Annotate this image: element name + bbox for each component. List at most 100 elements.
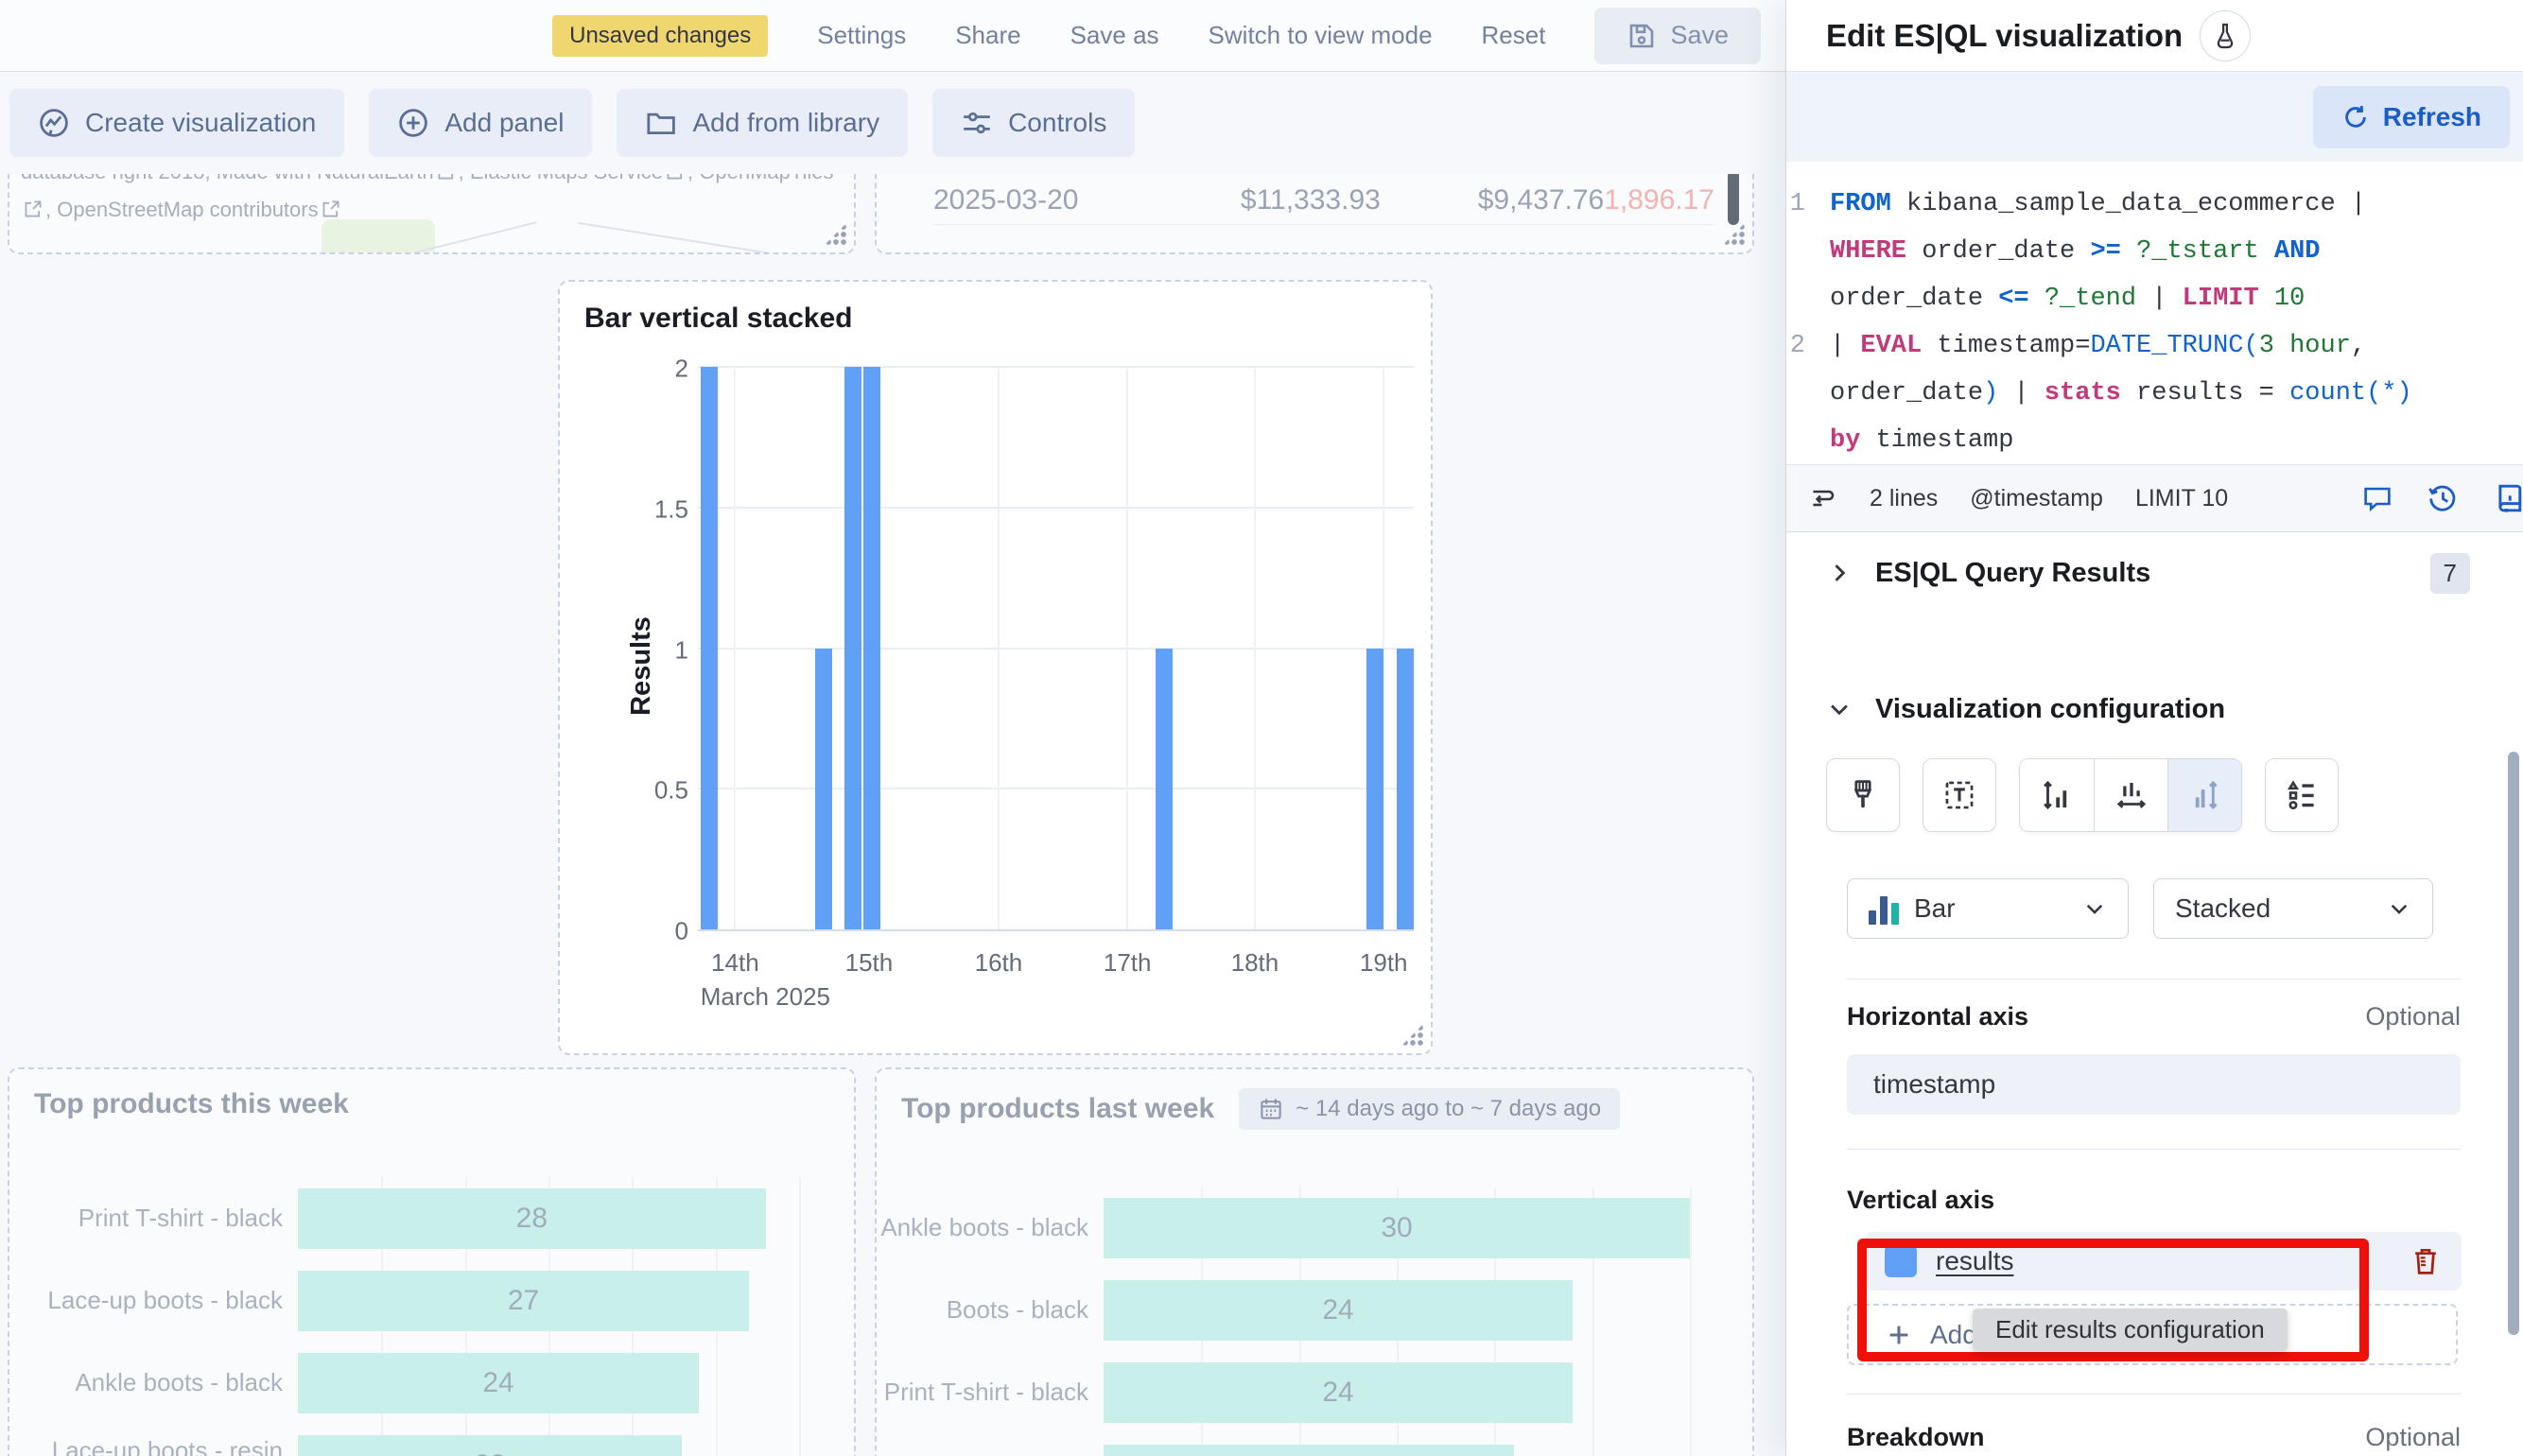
gridline xyxy=(1126,369,1128,929)
map-attribution-link[interactable]: Elastic Maps Service xyxy=(470,174,663,183)
query-results-count-badge: 7 xyxy=(2430,553,2470,594)
time-range-label: ~ 14 days ago to ~ 7 days ago xyxy=(1296,1096,1601,1122)
query-results-section[interactable]: ES|QL Query Results 7 xyxy=(1786,532,2523,614)
save-button[interactable]: Save xyxy=(1594,8,1761,64)
code-token: >= xyxy=(2090,237,2120,266)
controls-button[interactable]: Controls xyxy=(932,89,1135,157)
add-panel-button[interactable]: Add panel xyxy=(369,89,592,157)
style-brush-button[interactable] xyxy=(1826,758,1900,832)
stack-mode-value: Stacked xyxy=(2175,893,2271,924)
panel-title: Bar vertical stacked xyxy=(560,282,1431,335)
bottom-axis-button[interactable] xyxy=(2094,759,2167,831)
panel-time-range-badge[interactable]: ~ 14 days ago to ~ 7 days ago xyxy=(1239,1088,1620,1130)
editor-limit[interactable]: LIMIT 10 xyxy=(2135,485,2228,512)
map-attribution-link[interactable]: database right 2018, Made with NaturalEa… xyxy=(21,174,434,183)
top-products-this-week-panel: Top products this week Print T-shirt - b… xyxy=(8,1067,856,1456)
controls-label: Controls xyxy=(1008,108,1106,138)
horizontal-axis-label: Horizontal axis xyxy=(1847,1002,2028,1031)
code-token: by xyxy=(1830,426,1860,455)
edit-results-configuration-link[interactable]: results xyxy=(1936,1246,2013,1276)
panel-title: Top products last week xyxy=(901,1093,1214,1125)
stack-mode-dropdown[interactable]: Stacked xyxy=(2153,878,2433,939)
bar-2025-03-19 03:00 xyxy=(1397,649,1414,930)
code-line: order_date) | stats results = count(*) xyxy=(1786,370,2504,417)
line-number xyxy=(1786,370,1830,417)
feedback-icon[interactable] xyxy=(2362,483,2392,513)
line-number xyxy=(1786,228,1830,275)
y-axis-ticks: 00.511.52 xyxy=(617,369,688,931)
word-wrap-icon[interactable] xyxy=(1807,483,1837,513)
table-panel: 2025-03-20 $11,333.93 $9,437.76 1,896.17 xyxy=(875,174,1754,254)
save-icon xyxy=(1627,21,1657,51)
bar-row-lace-up-boots-resin-coffee: Lace-up boots - resin coffee23 xyxy=(9,1424,854,1456)
bar-vertical-stacked-panel[interactable]: Bar vertical stacked Results 00.511.52 1… xyxy=(558,280,1433,1055)
x-tick-label: 17th xyxy=(1104,948,1152,978)
gridline xyxy=(716,1342,718,1424)
viz-config-section[interactable]: Visualization configuration xyxy=(1786,614,2523,752)
flyout-scrollbar[interactable] xyxy=(2508,752,2519,1335)
bar-2025-03-14 21:00 xyxy=(844,367,861,929)
category-label: Boots - black xyxy=(877,1295,1104,1325)
gridline xyxy=(1254,369,1256,929)
bar xyxy=(1104,1445,1514,1456)
unsaved-changes-badge: Unsaved changes xyxy=(552,15,768,57)
create-visualization-button[interactable]: Create visualization xyxy=(9,89,344,157)
map-attribution-link[interactable]: OpenMapTiles xyxy=(699,174,833,183)
add-from-library-button[interactable]: Add from library xyxy=(617,89,908,157)
esql-code-editor[interactable]: 1FROM kibana_sample_data_ecommerce |WHER… xyxy=(1786,162,2523,464)
gridline xyxy=(799,1424,801,1456)
menu-item-save-as[interactable]: Save as xyxy=(1070,21,1159,50)
chevron-right-icon xyxy=(1826,560,1853,586)
code-token: 10 xyxy=(2274,285,2305,313)
code-token xyxy=(2029,285,2044,313)
y-tick-label: 1 xyxy=(675,635,688,665)
editor-time-field[interactable]: @timestamp xyxy=(1970,485,2103,512)
table-scrollbar[interactable] xyxy=(1728,174,1739,225)
bar-row-print-t-shirt-black: Print T-shirt - black24 xyxy=(877,1351,1752,1433)
kibana-dashboard-app: Unsaved changes Settings Share Save as Swit… xyxy=(0,0,2523,1456)
bar-row-ankle-boots-black: Ankle boots - black30 xyxy=(877,1187,1752,1269)
right-axis-button[interactable] xyxy=(2167,759,2241,831)
map-attribution-link[interactable]: OpenStreetMap contributors xyxy=(57,198,318,221)
gridline xyxy=(1592,1269,1594,1351)
left-axis-button[interactable] xyxy=(2020,759,2094,831)
gridline xyxy=(716,1424,718,1456)
code-token: EVAL xyxy=(1860,332,1922,360)
bar-track: 24 xyxy=(1104,1362,1690,1423)
legend-button[interactable] xyxy=(2265,758,2339,832)
tech-preview-badge[interactable] xyxy=(2200,10,2251,61)
x-tick-sublabel: March 2025 xyxy=(701,982,830,1012)
chart-type-dropdown[interactable]: Bar xyxy=(1847,878,2129,939)
menu-item-reset[interactable]: Reset xyxy=(1482,21,1546,50)
code-token: ?_tstart xyxy=(2136,237,2259,266)
trash-icon xyxy=(2409,1244,2443,1278)
external-link-icon xyxy=(665,174,686,182)
plus-circle-icon xyxy=(397,107,429,139)
remove-dimension-button[interactable] xyxy=(2409,1244,2443,1278)
vertical-axis-dimension-row[interactable]: results xyxy=(1866,1232,2462,1291)
text-labels-button[interactable] xyxy=(1923,758,1996,832)
category-label: Print T-shirt - black xyxy=(877,1378,1104,1407)
bar-track: 24 xyxy=(298,1353,799,1413)
documentation-icon[interactable] xyxy=(2493,481,2523,515)
menu-item-settings[interactable]: Settings xyxy=(817,21,906,50)
dashboard-canvas: database right 2018, Made with NaturalEa… xyxy=(0,174,1785,1456)
bar-track: 24 xyxy=(1104,1280,1690,1341)
code-token: | xyxy=(1998,379,2044,407)
panel-resize-handle[interactable] xyxy=(1401,1024,1423,1046)
refresh-button[interactable]: Refresh xyxy=(2313,86,2510,148)
menu-item-share[interactable]: Share xyxy=(955,21,1020,50)
query-history-icon[interactable] xyxy=(2427,482,2459,514)
horizontal-axis-field[interactable]: timestamp xyxy=(1847,1054,2461,1115)
panel-resize-handle[interactable] xyxy=(1723,223,1745,245)
edit-results-tooltip: Edit results configuration xyxy=(1973,1309,2288,1351)
viz-settings: Bar Stacked Horizontal axis Optional xyxy=(1786,839,2523,1452)
table-row[interactable]: 2025-03-20 $11,333.93 $9,437.76 1,896.17 xyxy=(933,174,1714,225)
menu-item-switch-to-view-mode[interactable]: Switch to view mode xyxy=(1209,21,1433,50)
viz-config-title: Visualization configuration xyxy=(1875,694,2225,725)
refresh-label: Refresh xyxy=(2383,102,2481,132)
code-token: WHERE xyxy=(1830,237,1906,266)
x-tick-label: 18th xyxy=(1231,948,1279,978)
horizontal-bar-chart: Ankle boots - black30Boots - black24Prin… xyxy=(877,1187,1752,1456)
table-cell-date: 2025-03-20 xyxy=(933,184,1166,217)
